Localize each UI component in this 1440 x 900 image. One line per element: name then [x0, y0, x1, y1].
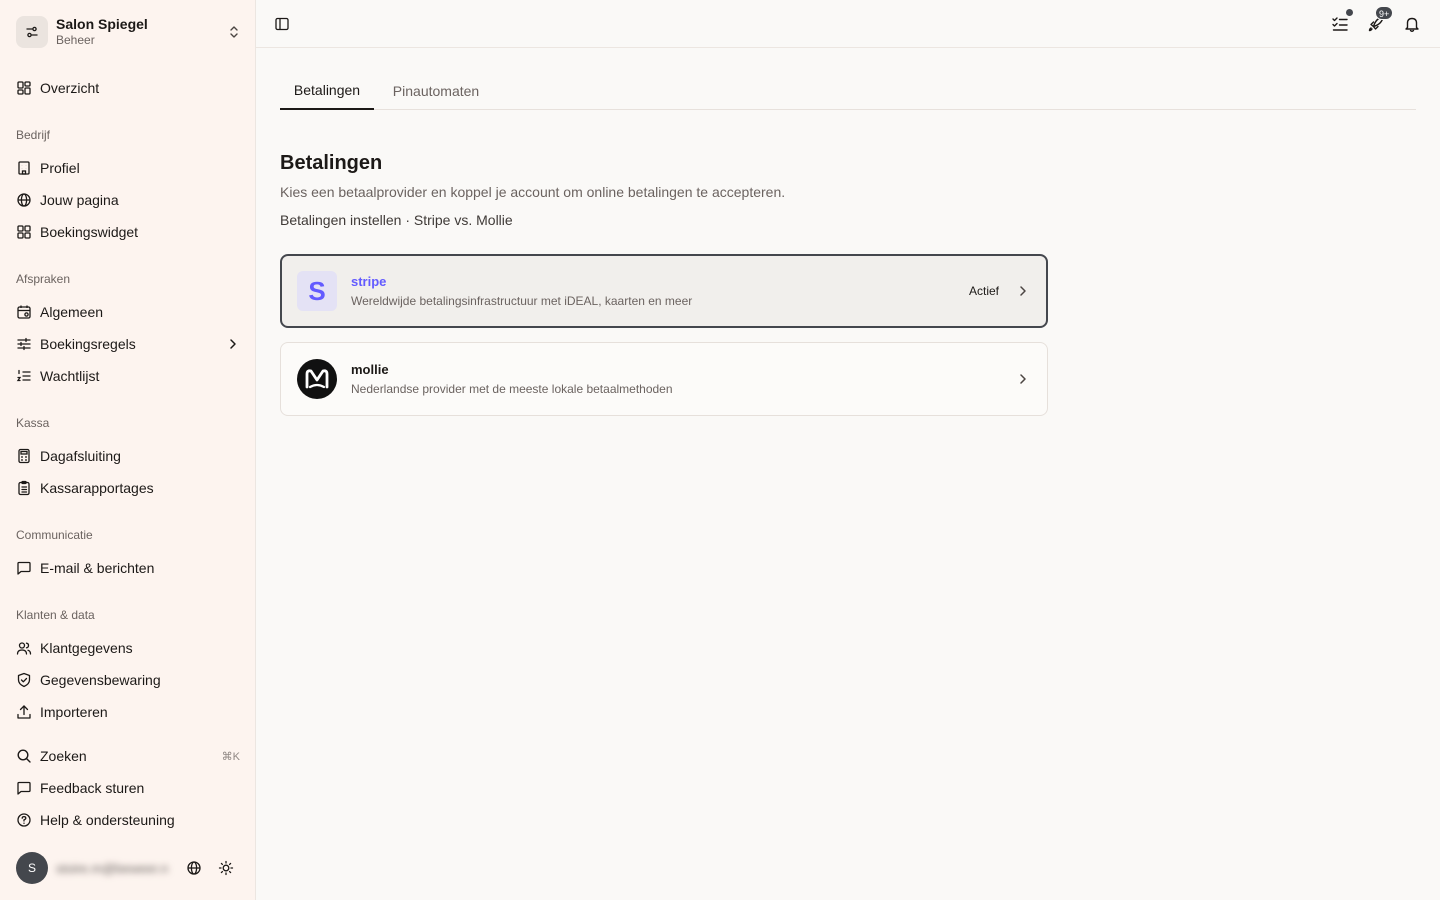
sidebar-item-label: Dagafsluiting	[40, 448, 121, 464]
sun-icon[interactable]	[214, 856, 238, 880]
help-links: Betalingen instellen · Stripe vs. Mollie	[280, 212, 513, 228]
sidebar-item-email[interactable]: E-mail & berichten	[8, 554, 248, 582]
link-betalingen-instellen[interactable]: Betalingen instellen	[280, 212, 401, 228]
link-separator: ·	[405, 212, 410, 228]
users-icon	[16, 640, 32, 656]
whats-new-badge: 9+	[1375, 6, 1394, 20]
stripe-logo: S	[297, 271, 337, 311]
sidebar-item-boekingsregels[interactable]: Boekingsregels	[8, 330, 248, 358]
widget-grid-icon	[16, 224, 32, 240]
shield-check-icon	[16, 672, 32, 688]
chevron-right-icon	[1015, 283, 1031, 299]
chevrons-up-down-icon	[226, 24, 242, 40]
list-ordered-icon	[16, 368, 32, 384]
group-label-bedrijf: Bedrijf	[16, 128, 51, 142]
sidebar-item-gegevensbewaring[interactable]: Gegevensbewaring	[8, 666, 248, 694]
sidebar-item-label: Jouw pagina	[40, 192, 119, 208]
layout-grid-icon	[16, 80, 32, 96]
building-icon	[16, 160, 32, 176]
tab-betalingen[interactable]: Betalingen	[280, 72, 374, 110]
sidebar-item-kassarapportages[interactable]: Kassarapportages	[8, 474, 248, 502]
search-icon	[16, 748, 32, 764]
sidebar-item-algemeen[interactable]: Algemeen	[8, 298, 248, 326]
chevron-right-icon	[1015, 371, 1031, 387]
sidebar-item-wachtlijst[interactable]: Wachtlijst	[8, 362, 248, 390]
sidebar-item-label: Overzicht	[40, 80, 100, 96]
globe-icon	[16, 192, 32, 208]
help-circle-icon	[16, 812, 32, 828]
provider-card-stripe[interactable]: S stripe Wereldwijde betalingsinfrastruc…	[280, 254, 1048, 328]
mollie-logo	[297, 359, 337, 399]
calculator-icon	[16, 448, 32, 464]
sidebar-item-label: Help & ondersteuning	[40, 812, 175, 828]
checklist-icon[interactable]	[1328, 8, 1354, 36]
status-badge: Actief	[968, 284, 999, 298]
settings-icon	[16, 16, 48, 48]
org-role: Beheer	[56, 33, 95, 47]
sidebar-item-label: Wachtlijst	[40, 368, 100, 384]
sliders-icon	[16, 336, 32, 352]
sidebar-item-label: Zoeken	[40, 748, 87, 764]
provider-description: Wereldwijde betalingsinfrastructuur met …	[351, 294, 693, 308]
sidebar-item-label: Profiel	[40, 160, 80, 176]
sidebar-item-label: Gegevensbewaring	[40, 672, 161, 688]
sidebar-item-label: E-mail & berichten	[40, 560, 155, 576]
sidebar-item-profiel[interactable]: Profiel	[8, 154, 248, 182]
tab-bar: Betalingen Pinautomaten	[280, 72, 1416, 110]
top-bar: 9+	[256, 0, 1440, 48]
provider-description: Nederlandse provider met de meeste lokal…	[351, 382, 673, 396]
sidebar-item-label: Klantgegevens	[40, 640, 133, 656]
link-stripe-vs-mollie[interactable]: Stripe vs. Mollie	[414, 212, 513, 228]
tab-pinautomaten[interactable]: Pinautomaten	[386, 72, 486, 110]
sidebar-item-importeren[interactable]: Importeren	[8, 698, 248, 726]
sidebar-item-overzicht[interactable]: Overzicht	[8, 74, 248, 102]
avatar[interactable]: S	[16, 852, 48, 884]
page-description: Kies een betaalprovider en koppel je acc…	[280, 184, 786, 200]
message-square-icon	[16, 560, 32, 576]
group-label-klanten: Klanten & data	[16, 608, 95, 622]
page-title: Betalingen	[280, 152, 383, 174]
sidebar-item-label: Feedback sturen	[40, 780, 145, 796]
language-globe-icon[interactable]	[182, 856, 206, 880]
provider-card-mollie[interactable]: mollie Nederlandse provider met de meest…	[280, 342, 1048, 416]
org-switcher[interactable]: Salon Spiegel Beheer	[16, 14, 242, 50]
sidebar-item-label: Importeren	[40, 704, 108, 720]
sidebar-item-jouw-pagina[interactable]: Jouw pagina	[8, 186, 248, 214]
org-name: Salon Spiegel	[56, 16, 148, 32]
notification-dot	[1345, 8, 1354, 17]
sidebar-item-feedback[interactable]: Feedback sturen	[8, 774, 248, 802]
group-label-communicatie: Communicatie	[16, 528, 93, 542]
sidebar-item-help[interactable]: Help & ondersteuning	[8, 806, 248, 834]
provider-name: mollie	[351, 362, 389, 377]
sidebar-item-zoeken[interactable]: Zoeken ⌘K	[8, 742, 248, 770]
group-label-afspraken: Afspraken	[16, 272, 71, 286]
search-shortcut: ⌘K	[221, 750, 240, 763]
sidebar-item-boekingswidget[interactable]: Boekingswidget	[8, 218, 248, 246]
upload-icon	[16, 704, 32, 720]
bell-icon[interactable]	[1400, 12, 1424, 36]
svg-text:S: S	[308, 276, 325, 306]
sidebar-item-label: Boekingsregels	[40, 336, 136, 352]
calendar-cog-icon	[16, 304, 32, 320]
top-actions: 9+	[1328, 6, 1424, 36]
sidebar-item-label: Kassarapportages	[40, 480, 154, 496]
rocket-icon[interactable]: 9+	[1364, 6, 1394, 36]
group-label-kassa: Kassa	[16, 416, 50, 430]
user-email[interactable]: stoire.m@beweer.nl	[56, 861, 168, 876]
provider-name: stripe	[351, 274, 387, 289]
sidebar: Salon Spiegel Beheer Overzicht Bedrijf P…	[0, 0, 256, 900]
sidebar-item-klantgegevens[interactable]: Klantgegevens	[8, 634, 248, 662]
message-square-icon	[16, 780, 32, 796]
sidebar-toggle-icon[interactable]	[270, 12, 294, 36]
chevron-right-icon	[226, 337, 240, 351]
user-menu: S stoire.m@beweer.nl	[16, 852, 242, 884]
sidebar-item-dagafsluiting[interactable]: Dagafsluiting	[8, 442, 248, 470]
sidebar-item-label: Algemeen	[40, 304, 104, 320]
clipboard-list-icon	[16, 480, 32, 496]
sidebar-item-label: Boekingswidget	[40, 224, 139, 240]
